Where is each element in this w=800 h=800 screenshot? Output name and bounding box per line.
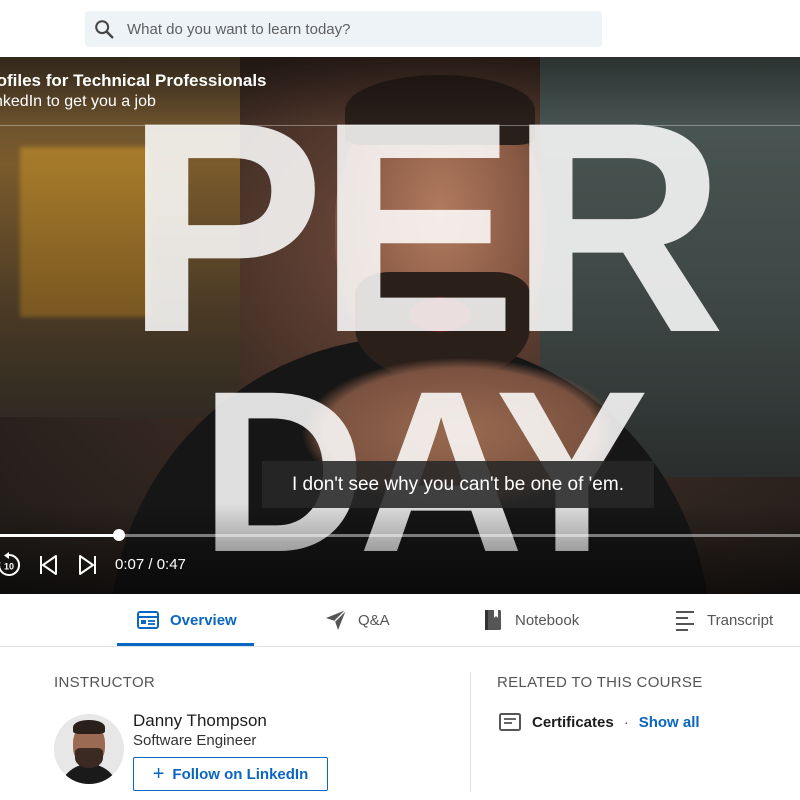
time-display: 0:07 / 0:47 xyxy=(115,556,186,573)
progress-bar[interactable] xyxy=(0,529,800,541)
avatar-beard xyxy=(75,748,103,768)
paper-plane-icon xyxy=(326,609,347,630)
tab-transcript[interactable]: Transcript xyxy=(673,594,773,646)
video-course-title: rofiles for Technical Professionals xyxy=(0,71,267,90)
video-subtitle: nkedIn to get you a job xyxy=(0,93,156,110)
closed-caption: I don't see why you can't be one of 'em. xyxy=(262,461,654,508)
next-button[interactable] xyxy=(74,551,102,579)
tab-qa-label: Q&A xyxy=(358,611,390,629)
avatar-hair xyxy=(73,720,105,734)
instructor-avatar[interactable] xyxy=(54,714,124,784)
tab-overview-label: Overview xyxy=(170,611,237,629)
follow-on-linkedin-button[interactable]: + Follow on LinkedIn xyxy=(133,757,328,791)
instructor-name[interactable]: Danny Thompson xyxy=(133,711,267,731)
video-player[interactable]: PER DAY rofiles for Technical Profession… xyxy=(0,57,800,594)
tab-qa[interactable]: Q&A xyxy=(324,594,390,646)
certificate-icon xyxy=(499,713,521,731)
overview-icon xyxy=(137,611,159,629)
controls-gradient xyxy=(0,504,800,594)
skip-previous-icon xyxy=(40,555,57,575)
course-tabs: Overview Q&A Notebook Transcript xyxy=(0,594,800,647)
tab-overview[interactable]: Overview xyxy=(117,594,254,646)
related-certificates-row: Certificates · Show all xyxy=(498,711,700,733)
title-divider xyxy=(0,125,800,126)
previous-button[interactable] xyxy=(34,551,62,579)
follow-button-label: Follow on LinkedIn xyxy=(172,765,309,783)
instructor-heading: INSTRUCTOR xyxy=(54,674,156,691)
related-heading: RELATED TO THIS COURSE xyxy=(497,674,703,691)
notebook-icon xyxy=(485,610,501,630)
tab-notebook-label: Notebook xyxy=(515,611,580,629)
section-divider xyxy=(470,672,471,792)
transcript-icon xyxy=(676,611,694,631)
tab-transcript-label: Transcript xyxy=(707,611,774,629)
search-bar[interactable] xyxy=(85,11,602,47)
svg-text:10: 10 xyxy=(4,562,14,572)
separator-dot: · xyxy=(623,713,629,731)
rewind-10-button[interactable]: 10 xyxy=(0,551,23,579)
plus-icon: + xyxy=(152,763,165,785)
tab-notebook[interactable]: Notebook xyxy=(481,594,579,646)
certificates-label: Certificates xyxy=(532,713,614,731)
skip-next-icon xyxy=(79,555,96,575)
search-icon[interactable] xyxy=(93,18,115,40)
rewind-10-icon: 10 xyxy=(0,552,21,576)
instructor-title: Software Engineer xyxy=(133,732,257,749)
video-title-gradient xyxy=(0,57,800,127)
top-bar xyxy=(0,0,800,57)
show-all-link[interactable]: Show all xyxy=(639,714,700,731)
progress-fill xyxy=(0,534,120,537)
search-input[interactable] xyxy=(125,19,549,39)
